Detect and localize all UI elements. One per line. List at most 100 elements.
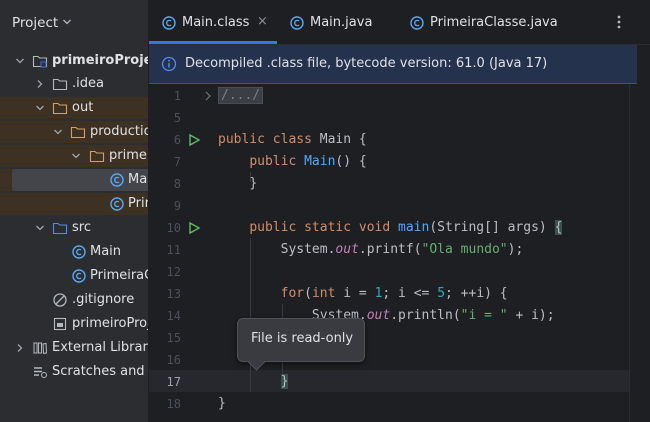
project-tool-window: Project primeiroProjeto .idea out produc… [0,0,148,422]
tree-item-primeiraclasse-java[interactable]: PrimeiraClasse [0,265,148,287]
tree-item-label: .gitignore [72,292,135,307]
folder-icon [52,78,68,91]
folded-imports[interactable]: /.../ [218,87,264,104]
tree-item-label: PrimeiraClasse [90,268,148,283]
code-line-13[interactable]: for(int i = 1; i <= 5; ++i) { [218,286,508,301]
chevron-down-icon[interactable] [52,126,64,138]
folder-icon [52,102,68,115]
line-number: 13 [166,287,181,301]
active-tab-indicator [149,41,277,44]
library-icon [33,342,48,354]
tab-main-java[interactable]: Main.java [277,0,397,44]
module-folder-icon [32,55,48,68]
code-line-7[interactable]: public Main() { [218,154,366,169]
chevron-down-icon[interactable] [70,150,82,162]
scratches-icon [34,367,47,378]
line-number: 1 [173,89,181,103]
tree-item-gitignore[interactable]: .gitignore [0,289,148,311]
line-number: 12 [166,265,181,279]
tree-item-out[interactable]: out [0,97,148,119]
tree-item-label: primeiroProjeto.iml [72,316,148,331]
folder-icon [89,150,105,163]
chevron-right-icon[interactable] [14,342,26,354]
code-line-1[interactable]: /.../ [218,87,264,104]
more-vertical-icon[interactable] [611,14,627,30]
tree-item-label: primeiroProjeto [109,148,148,163]
iml-file-icon [53,317,67,331]
editor-area: Main.class × Main.java PrimeiraClasse.ja… [149,0,650,422]
line-number: 15 [166,331,181,345]
java-class-icon [72,269,86,283]
close-icon[interactable]: × [257,14,268,29]
chevron-right-icon[interactable] [34,78,46,90]
line-number: 10 [166,221,181,235]
line-number: 11 [166,243,181,257]
line-number: 17 [166,375,181,389]
project-panel-title[interactable]: Project [12,15,58,31]
tree-item-label: out [72,100,94,115]
chevron-down-icon[interactable] [34,222,46,234]
tree-item-production[interactable]: production [0,121,148,143]
code-line-8[interactable]: } [218,176,257,191]
code-line-10[interactable]: public static void main(String[] args) { [218,220,563,235]
run-icon[interactable] [187,221,201,235]
tree-item-src[interactable]: src [0,217,148,239]
folder-icon [70,126,86,139]
code-line-6[interactable]: public class Main { [218,132,367,147]
tab-label: PrimeiraClasse.java [430,15,558,30]
java-class-icon [290,16,304,30]
tree-item-label: Scratches and Consoles [52,364,148,379]
class-file-icon [110,197,124,211]
project-panel-header[interactable]: Project [0,0,148,44]
decompiled-info-banner: Decompiled .class file, bytecode version… [149,45,637,84]
tree-item-external-libraries[interactable]: External Libraries [0,337,148,359]
line-number: 16 [166,353,181,367]
code-line-17[interactable]: } [218,374,289,389]
info-icon [161,56,177,72]
tree-item-out-project[interactable]: primeiroProjeto [0,145,148,167]
tab-label: Main.class [182,15,250,30]
class-file-icon [162,16,176,30]
tree-item-idea[interactable]: .idea [0,73,148,95]
java-class-icon [72,245,86,259]
line-number: 5 [173,111,181,125]
chevron-down-icon[interactable] [14,55,26,67]
tree-item-label: production [90,124,148,139]
tree-item-project-root[interactable]: primeiroProjeto [0,50,148,72]
tree-item-label: External Libraries [52,340,148,355]
tree-item-iml[interactable]: primeiroProjeto.iml [0,313,148,335]
class-file-icon [110,173,124,187]
tree-item-label: PrimeiraClasse [128,196,148,211]
source-folder-icon [52,222,68,235]
chevron-down-icon[interactable] [34,102,46,114]
editor-tab-bar: Main.class × Main.java PrimeiraClasse.ja… [149,0,650,45]
fold-expand-icon[interactable] [203,90,213,102]
tree-item-label: Main [90,244,122,259]
line-number: 6 [173,133,181,147]
line-number: 7 [173,155,181,169]
tree-item-primeiraclasse-class[interactable]: PrimeiraClasse [0,193,148,215]
chevron-down-icon[interactable] [62,17,72,27]
tab-primeiraclasse-java[interactable]: PrimeiraClasse.java [397,0,587,44]
tab-main-class[interactable]: Main.class × [149,0,277,44]
tree-item-main-class[interactable]: Main [0,169,148,191]
tree-item-label: primeiroProjeto [52,53,148,68]
line-number: 18 [166,397,181,411]
tree-item-label: Main [128,172,148,187]
vertical-scrollbar[interactable] [629,84,638,422]
tree-item-label: src [72,220,91,235]
run-icon[interactable] [187,133,201,147]
line-number: 14 [166,309,181,323]
line-number: 8 [173,177,181,191]
tab-label: Main.java [310,15,373,30]
tooltip-text: File is read-only [251,331,354,346]
code-line-11[interactable]: System.out.printf("Ola mundo"); [218,242,524,257]
line-number: 9 [173,199,181,213]
banner-text: Decompiled .class file, bytecode version… [185,56,548,71]
tree-item-main-java[interactable]: Main [0,241,148,263]
java-class-icon [410,16,424,30]
tree-item-scratches[interactable]: Scratches and Consoles [0,361,148,383]
read-only-tooltip: File is read-only [237,318,365,371]
code-line-18[interactable]: } [218,396,226,411]
gitignore-icon [53,293,67,307]
